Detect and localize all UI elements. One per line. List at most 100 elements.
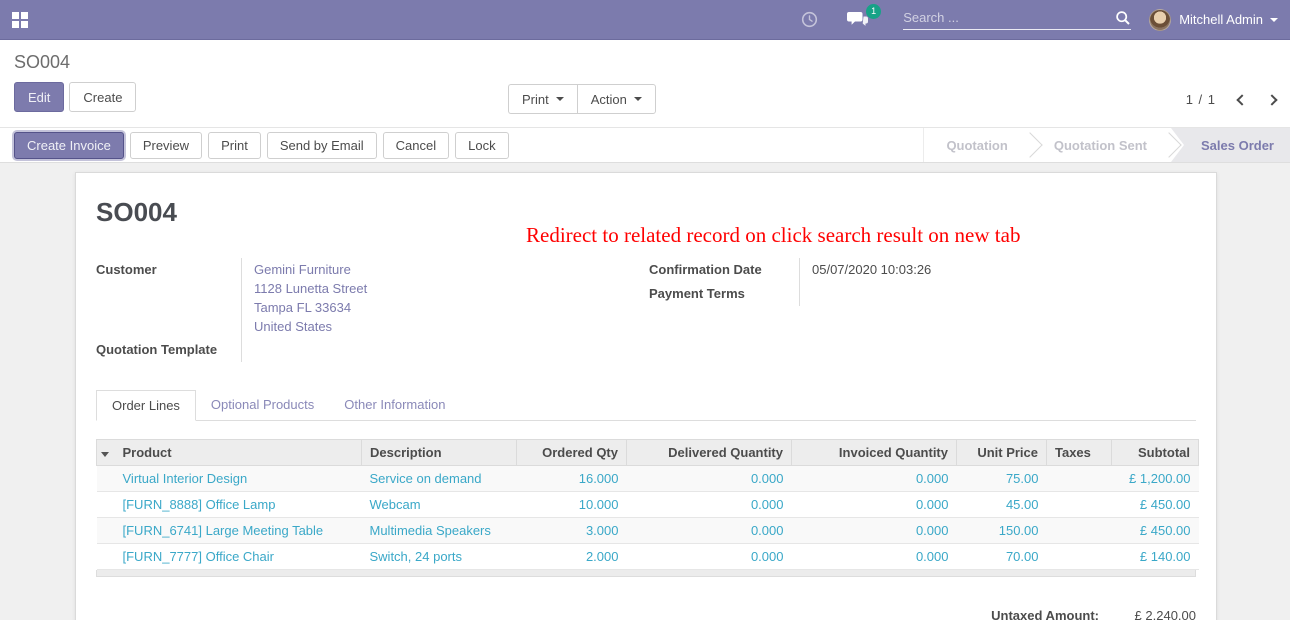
field-value-line[interactable]: 1128 Lunetta Street — [254, 279, 601, 298]
statusbar-button-send-by-email[interactable]: Send by Email — [267, 132, 377, 159]
status-step-sales-order[interactable]: Sales Order — [1171, 128, 1290, 162]
table-body: Virtual Interior DesignService on demand… — [97, 466, 1199, 570]
search-icon[interactable] — [1115, 10, 1131, 26]
table-header-product[interactable]: Product — [115, 440, 362, 466]
action-caret-icon — [634, 97, 642, 101]
table-cell-ordered-qty: 2.000 — [517, 544, 627, 570]
pager: 1 / 1 — [1186, 92, 1276, 107]
table-header-ordered-qty[interactable]: Ordered Qty — [517, 440, 627, 466]
table-header-row: ProductDescriptionOrdered QtyDelivered Q… — [97, 440, 1199, 466]
table-cell-product: Virtual Interior Design — [115, 466, 362, 492]
table-header-subtotal[interactable]: Subtotal — [1112, 440, 1199, 466]
field-label-confirmation-date: Confirmation Date — [649, 258, 799, 282]
apps-grid-icon[interactable] — [12, 12, 28, 28]
global-search — [903, 10, 1131, 30]
table-cell-taxes — [1047, 544, 1112, 570]
statusbar-button-preview[interactable]: Preview — [130, 132, 202, 159]
so-title: SO004 — [96, 197, 177, 227]
table-row[interactable]: [FURN_7777] Office ChairSwitch, 24 ports… — [97, 544, 1199, 570]
table-cell-delivered-quantity: 0.000 — [627, 518, 792, 544]
topbar: 1 Mitchell Admin — [0, 0, 1290, 40]
table-cell-description: Switch, 24 ports — [362, 544, 517, 570]
step-chevron-icon — [1030, 128, 1032, 162]
print-dropdown[interactable]: Print — [508, 84, 577, 114]
table-cell-delivered-quantity: 0.000 — [627, 466, 792, 492]
pager-prev-button[interactable] — [1236, 94, 1247, 105]
status-step-quotation[interactable]: Quotation — [924, 128, 1029, 162]
table-cell-taxes — [1047, 466, 1112, 492]
table-row[interactable]: [FURN_6741] Large Meeting TableMultimedi… — [97, 518, 1199, 544]
field-group-left: CustomerGemini Furniture1128 Lunetta Str… — [96, 258, 601, 362]
totals: Untaxed Amount: £ 2,240.00 — [96, 608, 1196, 620]
table-cell-product: [FURN_7777] Office Chair — [115, 544, 362, 570]
table-cell-unit-price: 150.00 — [957, 518, 1047, 544]
tab-optional-products[interactable]: Optional Products — [196, 390, 329, 420]
field-value-quotation-template — [241, 338, 601, 362]
table-cell-invoiced-quantity: 0.000 — [792, 544, 957, 570]
field-value-line[interactable]: Tampa FL 33634 — [254, 298, 601, 317]
tab-order-lines[interactable]: Order Lines — [96, 390, 196, 421]
table-cell-unit-price: 70.00 — [957, 544, 1047, 570]
table-row[interactable]: [FURN_8888] Office LampWebcam10.0000.000… — [97, 492, 1199, 518]
table-cell-ordered-qty: 16.000 — [517, 466, 627, 492]
tab-other-information[interactable]: Other Information — [329, 390, 460, 420]
pager-text: 1 / 1 — [1186, 92, 1216, 107]
row-handle-cell — [97, 544, 115, 570]
notebook-tabs: Order LinesOptional ProductsOther Inform… — [96, 390, 1196, 421]
row-handle-cell — [97, 492, 115, 518]
row-handle-cell — [97, 518, 115, 544]
statusbar-button-cancel[interactable]: Cancel — [383, 132, 449, 159]
table-cell-subtotal: £ 450.00 — [1112, 492, 1199, 518]
statusbar-button-create-invoice[interactable]: Create Invoice — [14, 132, 124, 159]
statusbar-button-print[interactable]: Print — [208, 132, 261, 159]
status-step-quotation-sent[interactable]: Quotation Sent — [1032, 128, 1169, 162]
table-header-delivered-quantity[interactable]: Delivered Quantity — [627, 440, 792, 466]
activities-clock-icon[interactable] — [801, 11, 818, 28]
table-cell-taxes — [1047, 492, 1112, 518]
statusbar-buttons: Create InvoicePreviewPrintSend by EmailC… — [14, 132, 515, 159]
table-header-unit-price[interactable]: Unit Price — [957, 440, 1047, 466]
table-cell-invoiced-quantity: 0.000 — [792, 492, 957, 518]
field-value-line: 05/07/2020 10:03:26 — [812, 260, 1196, 279]
row-handle-cell — [97, 466, 115, 492]
action-dropdown[interactable]: Action — [577, 84, 656, 114]
table-header-description[interactable]: Description — [362, 440, 517, 466]
table-header-invoiced-quantity[interactable]: Invoiced Quantity — [792, 440, 957, 466]
annotation-text: Redirect to related record on click sear… — [526, 223, 1020, 248]
control-panel: SO004 Edit Create Print Action 1 / 1 — [0, 40, 1290, 127]
print-action-group: Print Action — [508, 84, 656, 114]
field-value-line[interactable]: United States — [254, 317, 601, 336]
user-menu-caret-icon — [1270, 18, 1278, 22]
action-dropdown-label: Action — [591, 92, 627, 107]
field-label-payment-terms: Payment Terms — [649, 282, 799, 306]
messages-icon[interactable]: 1 — [846, 11, 869, 28]
table-cell-delivered-quantity: 0.000 — [627, 544, 792, 570]
field-value-payment-terms — [799, 282, 1196, 306]
user-menu[interactable]: Mitchell Admin — [1149, 9, 1278, 31]
field-value-customer: Gemini Furniture1128 Lunetta StreetTampa… — [241, 258, 601, 338]
form-view-content: SO004 Redirect to related record on clic… — [0, 163, 1290, 620]
user-name: Mitchell Admin — [1179, 12, 1263, 27]
table-row[interactable]: Virtual Interior DesignService on demand… — [97, 466, 1199, 492]
messages-count-badge: 1 — [866, 4, 881, 19]
order-lines-table: ProductDescriptionOrdered QtyDelivered Q… — [96, 439, 1199, 570]
table-options-caret-icon[interactable] — [101, 452, 109, 457]
create-button[interactable]: Create — [69, 82, 136, 112]
field-value-confirmation-date: 05/07/2020 10:03:26 — [799, 258, 1196, 282]
field-value-line[interactable]: Gemini Furniture — [254, 260, 601, 279]
field-label-quotation-template: Quotation Template — [96, 338, 241, 362]
print-caret-icon — [556, 97, 564, 101]
step-chevron-icon — [1169, 128, 1171, 162]
table-header-taxes[interactable]: Taxes — [1047, 440, 1112, 466]
table-cell-description: Service on demand — [362, 466, 517, 492]
table-cell-subtotal: £ 140.00 — [1112, 544, 1199, 570]
edit-button[interactable]: Edit — [14, 82, 64, 112]
table-cell-unit-price: 45.00 — [957, 492, 1047, 518]
table-cell-taxes — [1047, 518, 1112, 544]
pager-next-button[interactable] — [1266, 94, 1277, 105]
search-input[interactable] — [903, 10, 1115, 25]
table-cell-product: [FURN_8888] Office Lamp — [115, 492, 362, 518]
table-cell-description: Multimedia Speakers — [362, 518, 517, 544]
statusbar-button-lock[interactable]: Lock — [455, 132, 508, 159]
field-label-customer: Customer — [96, 258, 241, 338]
